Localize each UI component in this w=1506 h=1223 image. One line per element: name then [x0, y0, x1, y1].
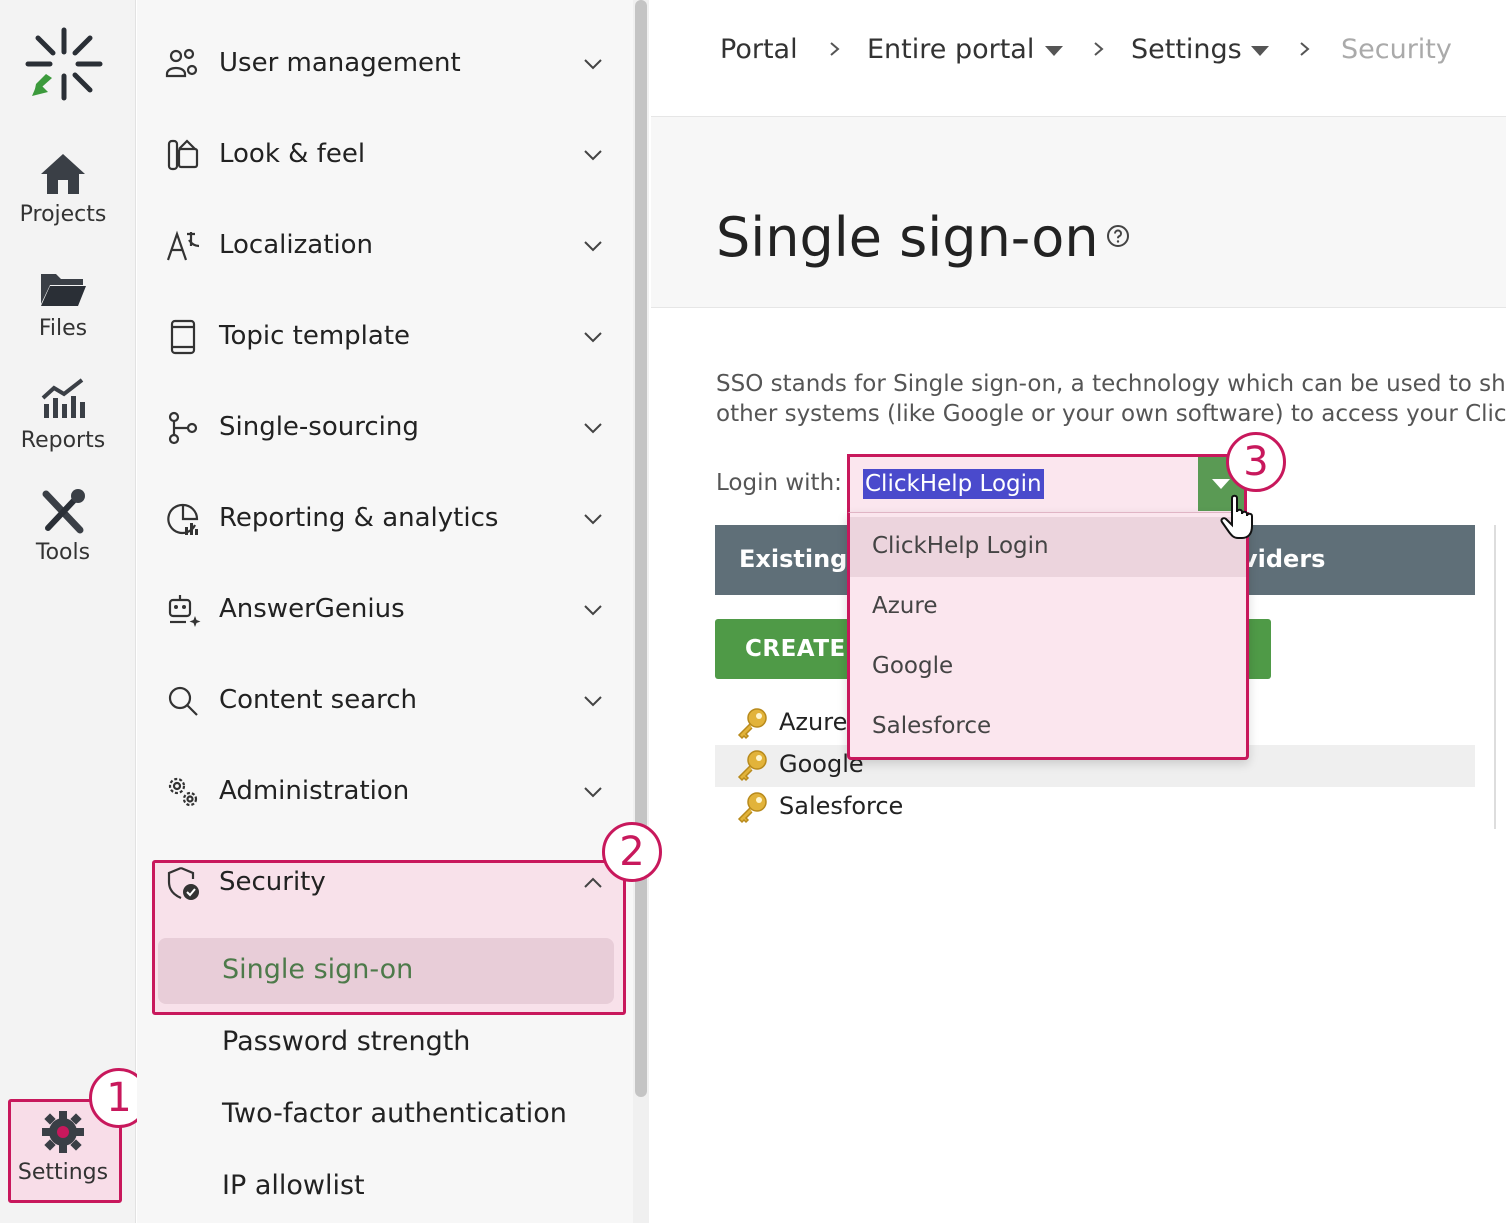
option-label: Google	[872, 653, 954, 679]
provider-name: Salesforce	[779, 792, 904, 820]
chevron-down-icon	[584, 696, 602, 707]
option-label: Salesforce	[872, 713, 992, 739]
rail-item-label: Reports	[20, 428, 106, 453]
caret-down-icon[interactable]	[1251, 46, 1269, 56]
key-icon	[737, 708, 767, 740]
sidebar-item-label: Single-sourcing	[219, 412, 419, 442]
dropdown-option-salesforce[interactable]: Salesforce	[850, 697, 1246, 757]
robot-icon	[168, 595, 201, 627]
breadcrumb-settings[interactable]: Settings	[1131, 34, 1242, 65]
rail-item-projects[interactable]: Projects	[0, 150, 126, 227]
sidebar-item-single-sourcing[interactable]: Single-sourcing	[137, 398, 617, 458]
option-label: Azure	[872, 593, 938, 619]
rail-item-label: Tools	[35, 540, 91, 565]
table-header-right: viders	[1242, 545, 1326, 573]
sidebar-item-answergenius[interactable]: AnswerGenius	[137, 580, 617, 640]
option-label: ClickHelp Login	[872, 533, 1049, 559]
chevron-up-icon	[584, 877, 602, 888]
sidebar-subitem-single-sign-on[interactable]: Single sign-on	[158, 938, 614, 1004]
analytics-icon	[167, 503, 199, 535]
sidebar-item-look-feel[interactable]: Look & feel	[137, 125, 617, 185]
palette-icon	[167, 139, 199, 171]
rail-item-label: Settings	[17, 1160, 109, 1185]
sidebar-item-label: Reporting & analytics	[219, 503, 499, 533]
home-icon	[41, 154, 85, 194]
search-icon	[168, 686, 198, 716]
rail-item-label: Projects	[19, 202, 107, 227]
page-icon	[170, 319, 196, 355]
sidebar-item-label: Look & feel	[219, 139, 366, 169]
tools-icon	[42, 489, 85, 534]
sidebar-item-label: Content search	[219, 685, 418, 715]
dropdown-option-google[interactable]: Google	[850, 637, 1246, 697]
shield-check-icon	[167, 866, 199, 900]
users-gear-icon	[165, 48, 198, 78]
rail-item-label: Files	[38, 316, 88, 341]
translate-icon	[166, 230, 200, 261]
rail-item-tools[interactable]: Tools	[0, 488, 126, 565]
branch-icon	[168, 411, 198, 445]
dropdown-option-azure[interactable]: Azure	[850, 577, 1246, 637]
chevron-down-icon	[584, 150, 602, 161]
breadcrumb-entire-portal[interactable]: Entire portal	[867, 34, 1034, 65]
logo-icon	[25, 27, 103, 101]
description-line-2: other systems (like Google or your own s…	[716, 401, 1506, 427]
sidebar-item-reporting-analytics[interactable]: Reporting & analytics	[137, 489, 617, 549]
login-with-label: Login with:	[716, 470, 842, 496]
create-button-label: CREATE	[745, 636, 846, 662]
chevron-right-icon	[1300, 42, 1310, 56]
chart-icon	[41, 378, 85, 418]
chevron-right-icon	[1094, 42, 1104, 56]
chevron-down-icon	[584, 787, 602, 798]
gear-icon	[42, 1111, 84, 1153]
sidebar-item-label: AnswerGenius	[219, 594, 405, 624]
sidebar-subitem-password-strength[interactable]: Password strength	[222, 1026, 470, 1057]
folder-icon	[41, 274, 86, 306]
sidebar-item-localization[interactable]: Localization	[137, 216, 617, 276]
caret-down-icon	[1212, 479, 1230, 489]
chevron-down-icon	[584, 423, 602, 434]
breadcrumb-portal[interactable]: Portal	[720, 34, 798, 65]
callout-3: 3	[1226, 432, 1286, 492]
hand-cursor-icon	[1220, 494, 1253, 539]
page-title: Single sign-on	[716, 206, 1099, 269]
key-icon	[737, 750, 767, 782]
sidebar-item-user-management[interactable]: User management	[137, 34, 617, 94]
dropdown-option-clickhelp-login[interactable]: ClickHelp Login	[850, 517, 1246, 577]
sidebar-subitem-two-factor[interactable]: Two-factor authentication	[222, 1098, 567, 1129]
chevron-down-icon	[584, 605, 602, 616]
sidebar-item-topic-template[interactable]: Topic template	[137, 307, 617, 367]
sidebar-item-label: Localization	[219, 230, 373, 260]
subitem-label: Single sign-on	[222, 954, 414, 985]
sidebar-item-label: Topic template	[219, 321, 411, 351]
rail-item-files[interactable]: Files	[0, 264, 126, 341]
sidebar-item-label: User management	[219, 48, 461, 78]
chevron-down-icon	[584, 59, 602, 70]
login-select-value[interactable]: ClickHelp Login	[863, 469, 1044, 499]
rail-item-reports[interactable]: Reports	[0, 376, 126, 453]
scrollbar-thumb[interactable]	[635, 0, 647, 1097]
breadcrumb-security: Security	[1341, 34, 1452, 65]
login-dropdown-menu: ClickHelp Login Azure Google Salesforce	[847, 512, 1249, 760]
sidebar-item-administration[interactable]: Administration	[137, 762, 617, 822]
chevron-right-icon	[830, 42, 840, 56]
description-line-1: SSO stands for Single sign-on, a technol…	[716, 371, 1506, 397]
caret-down-icon[interactable]	[1045, 46, 1063, 56]
sidebar-item-label: Administration	[219, 776, 410, 806]
chevron-down-icon	[584, 332, 602, 343]
sidebar-item-content-search[interactable]: Content search	[137, 671, 617, 731]
sidebar-item-security[interactable]: Security	[137, 853, 617, 913]
chevron-down-icon	[584, 241, 602, 252]
chevron-down-icon	[584, 514, 602, 525]
gears-icon	[168, 777, 198, 807]
sidebar-item-label: Security	[219, 867, 326, 897]
divider	[1494, 525, 1496, 829]
help-icon[interactable]	[1106, 224, 1130, 248]
key-icon	[737, 792, 767, 824]
provider-name: Azure	[779, 708, 848, 736]
callout-2: 2	[602, 822, 662, 882]
sidebar-subitem-ip-allowlist[interactable]: IP allowlist	[222, 1170, 365, 1201]
sidebar-scrollbar[interactable]	[633, 0, 649, 1223]
